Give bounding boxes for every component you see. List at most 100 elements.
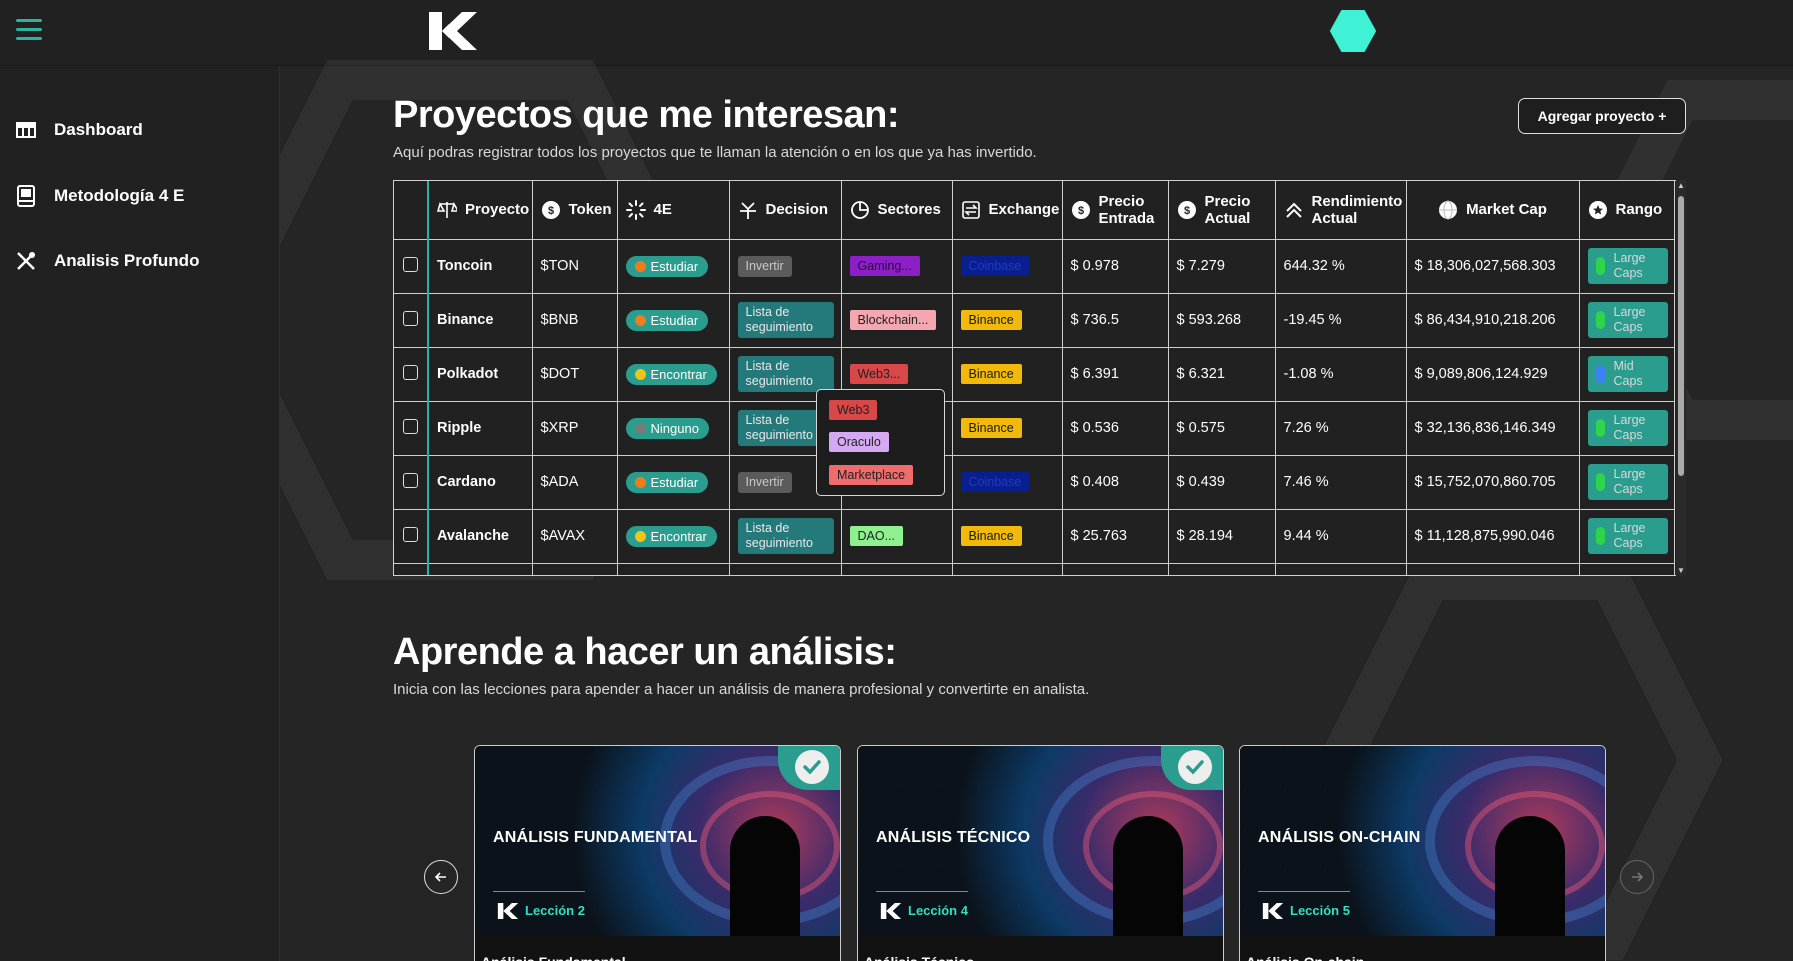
exchange-badge[interactable]: Coinbase [960, 256, 1030, 276]
table-scrollbar[interactable]: ▲ ▼ [1676, 180, 1686, 576]
row-checkbox[interactable] [403, 364, 418, 380]
e4-cell: Estudiar [617, 239, 730, 294]
lesson-card[interactable]: ANÁLISIS ON-CHAIN Lección 5 Análisis On-… [1239, 745, 1606, 961]
table-row[interactable]: Toncoin $TON Estudiar Invertir Gaming...… [394, 239, 1675, 294]
header-rendimiento[interactable]: Rendimiento Actual [1275, 181, 1407, 240]
exchange-badge[interactable]: Binance [960, 364, 1022, 384]
row-checkbox[interactable] [403, 526, 418, 542]
header-precio-actual[interactable]: $ Precio Actual [1168, 181, 1276, 240]
table-row-partial [394, 563, 1675, 575]
header-4e[interactable]: 4E [617, 181, 730, 240]
header-precio-entrada[interactable]: $ Precio Entrada [1062, 181, 1169, 240]
brand-logo[interactable] [427, 10, 479, 52]
row-checkbox[interactable] [403, 310, 418, 326]
decision-badge[interactable]: Lista de seguimiento [737, 302, 834, 338]
exchange-cell: Binance [952, 509, 1063, 564]
header-proyecto[interactable]: Proyecto [428, 181, 533, 240]
header-decision[interactable]: Decision [729, 181, 842, 240]
e4-status-pill[interactable]: Ninguno [625, 417, 709, 439]
table-row[interactable]: Polkadot $DOT Encontrar Lista de seguimi… [394, 347, 1675, 402]
sectors-cell[interactable]: DAO... [841, 509, 953, 564]
status-dot-icon [634, 260, 646, 272]
header-label: Rango [1615, 201, 1663, 219]
sector-tag-marketplace[interactable]: Marketplace [829, 465, 914, 485]
row-checkbox[interactable] [403, 472, 418, 488]
add-project-button[interactable]: Agregar proyecto + [1518, 98, 1686, 134]
dollar-coin-icon: $ [1071, 200, 1090, 219]
table-row[interactable]: Cardano $ADA Estudiar Invertir Coinbase … [394, 455, 1675, 510]
sector-tag[interactable]: DAO... [849, 526, 904, 546]
sector-tag[interactable]: Web3... [849, 364, 909, 384]
exchange-badge[interactable]: Binance [960, 418, 1022, 438]
e4-status-pill[interactable]: Encontrar [625, 363, 717, 385]
sidebar-item-metodologia[interactable]: Metodología 4 E [14, 184, 184, 208]
empty-cell [1406, 563, 1580, 575]
header-sectores[interactable]: Sectores [841, 181, 953, 240]
row-checkbox-cell [394, 293, 429, 348]
exchange-badge[interactable]: Binance [960, 526, 1022, 546]
table-row[interactable]: Ripple $XRP Ninguno Lista de seguimiento… [394, 401, 1675, 456]
range-badge[interactable]: Mid Caps [1587, 356, 1668, 392]
row-checkbox[interactable] [403, 256, 418, 272]
carousel-prev-button[interactable] [424, 860, 458, 894]
row-checkbox[interactable] [403, 418, 418, 434]
e4-status-pill[interactable]: Estudiar [625, 471, 709, 493]
e4-status-pill[interactable]: Encontrar [625, 525, 717, 547]
range-badge[interactable]: Large Caps [1587, 410, 1668, 446]
header-token[interactable]: $ Token [532, 181, 618, 240]
e4-status-pill[interactable]: Estudiar [625, 309, 709, 331]
sector-tag-oraculo[interactable]: Oraculo [829, 432, 889, 452]
scroll-down-icon[interactable]: ▼ [1677, 566, 1685, 575]
range-label: Mid Caps [1613, 359, 1643, 388]
sidebar-item-dashboard[interactable]: Dashboard [14, 118, 143, 142]
market-cap: $ 9,089,806,124.929 [1406, 347, 1580, 402]
sectors-cell[interactable]: Blockchain... [841, 293, 953, 348]
book-icon [17, 185, 35, 207]
current-price: $ 0.575 [1168, 401, 1276, 456]
decision-badge[interactable]: Invertir [737, 255, 792, 277]
header-label: Proyecto [465, 201, 530, 219]
exchange-badge[interactable]: Coinbase [960, 472, 1030, 492]
e4-cell: Encontrar [617, 509, 730, 564]
scrollbar-thumb[interactable] [1678, 196, 1684, 476]
e4-status-pill[interactable]: Estudiar [625, 255, 709, 277]
decision-cell: Lista de seguimiento [729, 293, 842, 348]
arrow-left-icon [434, 872, 446, 882]
exchange-badge[interactable]: Binance [960, 310, 1022, 330]
table-row[interactable]: Binance $BNB Estudiar Lista de seguimien… [394, 293, 1675, 348]
lesson-thumbnail-title: ANÁLISIS TÉCNICO [876, 829, 1031, 846]
scroll-up-icon[interactable]: ▲ [1677, 181, 1685, 190]
table-icon [16, 122, 36, 138]
sidebar-item-label: Dashboard [54, 120, 143, 139]
row-checkbox-cell [394, 401, 429, 456]
sidebar-item-analisis-profundo[interactable]: Analisis Profundo [14, 249, 199, 273]
decision-badge[interactable]: Lista de seguimiento [737, 518, 834, 554]
decision-badge[interactable]: Lista de seguimiento [737, 356, 834, 392]
learn-title: Aprende a hacer un análisis: [393, 631, 897, 673]
status-dot-icon [634, 422, 646, 434]
header-market-cap[interactable]: Market Cap [1406, 181, 1580, 240]
check-icon [1178, 750, 1212, 784]
range-badge[interactable]: Large Caps [1587, 302, 1668, 338]
table-row[interactable]: Avalanche $AVAX Encontrar Lista de segui… [394, 509, 1675, 564]
current-return: 9.44 % [1275, 509, 1407, 564]
range-badge[interactable]: Large Caps [1587, 464, 1668, 500]
hexagon-avatar-icon[interactable] [1330, 9, 1376, 53]
decision-badge[interactable]: Invertir [737, 471, 792, 493]
market-cap: $ 15,752,070,860.705 [1406, 455, 1580, 510]
svg-text:$: $ [1183, 205, 1189, 217]
header-exchange[interactable]: Exchange [952, 181, 1063, 240]
carousel-next-button[interactable] [1620, 860, 1654, 894]
sector-tag[interactable]: Gaming... [849, 256, 920, 276]
header-rango[interactable]: Rango [1579, 181, 1675, 240]
range-badge[interactable]: Large Caps [1587, 518, 1668, 554]
range-badge[interactable]: Large Caps [1587, 248, 1668, 284]
exchange-cell: Binance [952, 347, 1063, 402]
lesson-card[interactable]: ANÁLISIS FUNDAMENTAL Lección 2 Análisis … [474, 745, 841, 961]
lesson-card[interactable]: ANÁLISIS TÉCNICO Lección 4 Análisis Técn… [857, 745, 1224, 961]
sector-tag-web3[interactable]: Web3 [829, 400, 878, 420]
sectors-cell[interactable]: Gaming... [841, 239, 953, 294]
menu-icon[interactable] [16, 19, 42, 41]
sector-tag[interactable]: Blockchain... [849, 310, 937, 330]
range-cell: Mid Caps [1579, 347, 1675, 402]
